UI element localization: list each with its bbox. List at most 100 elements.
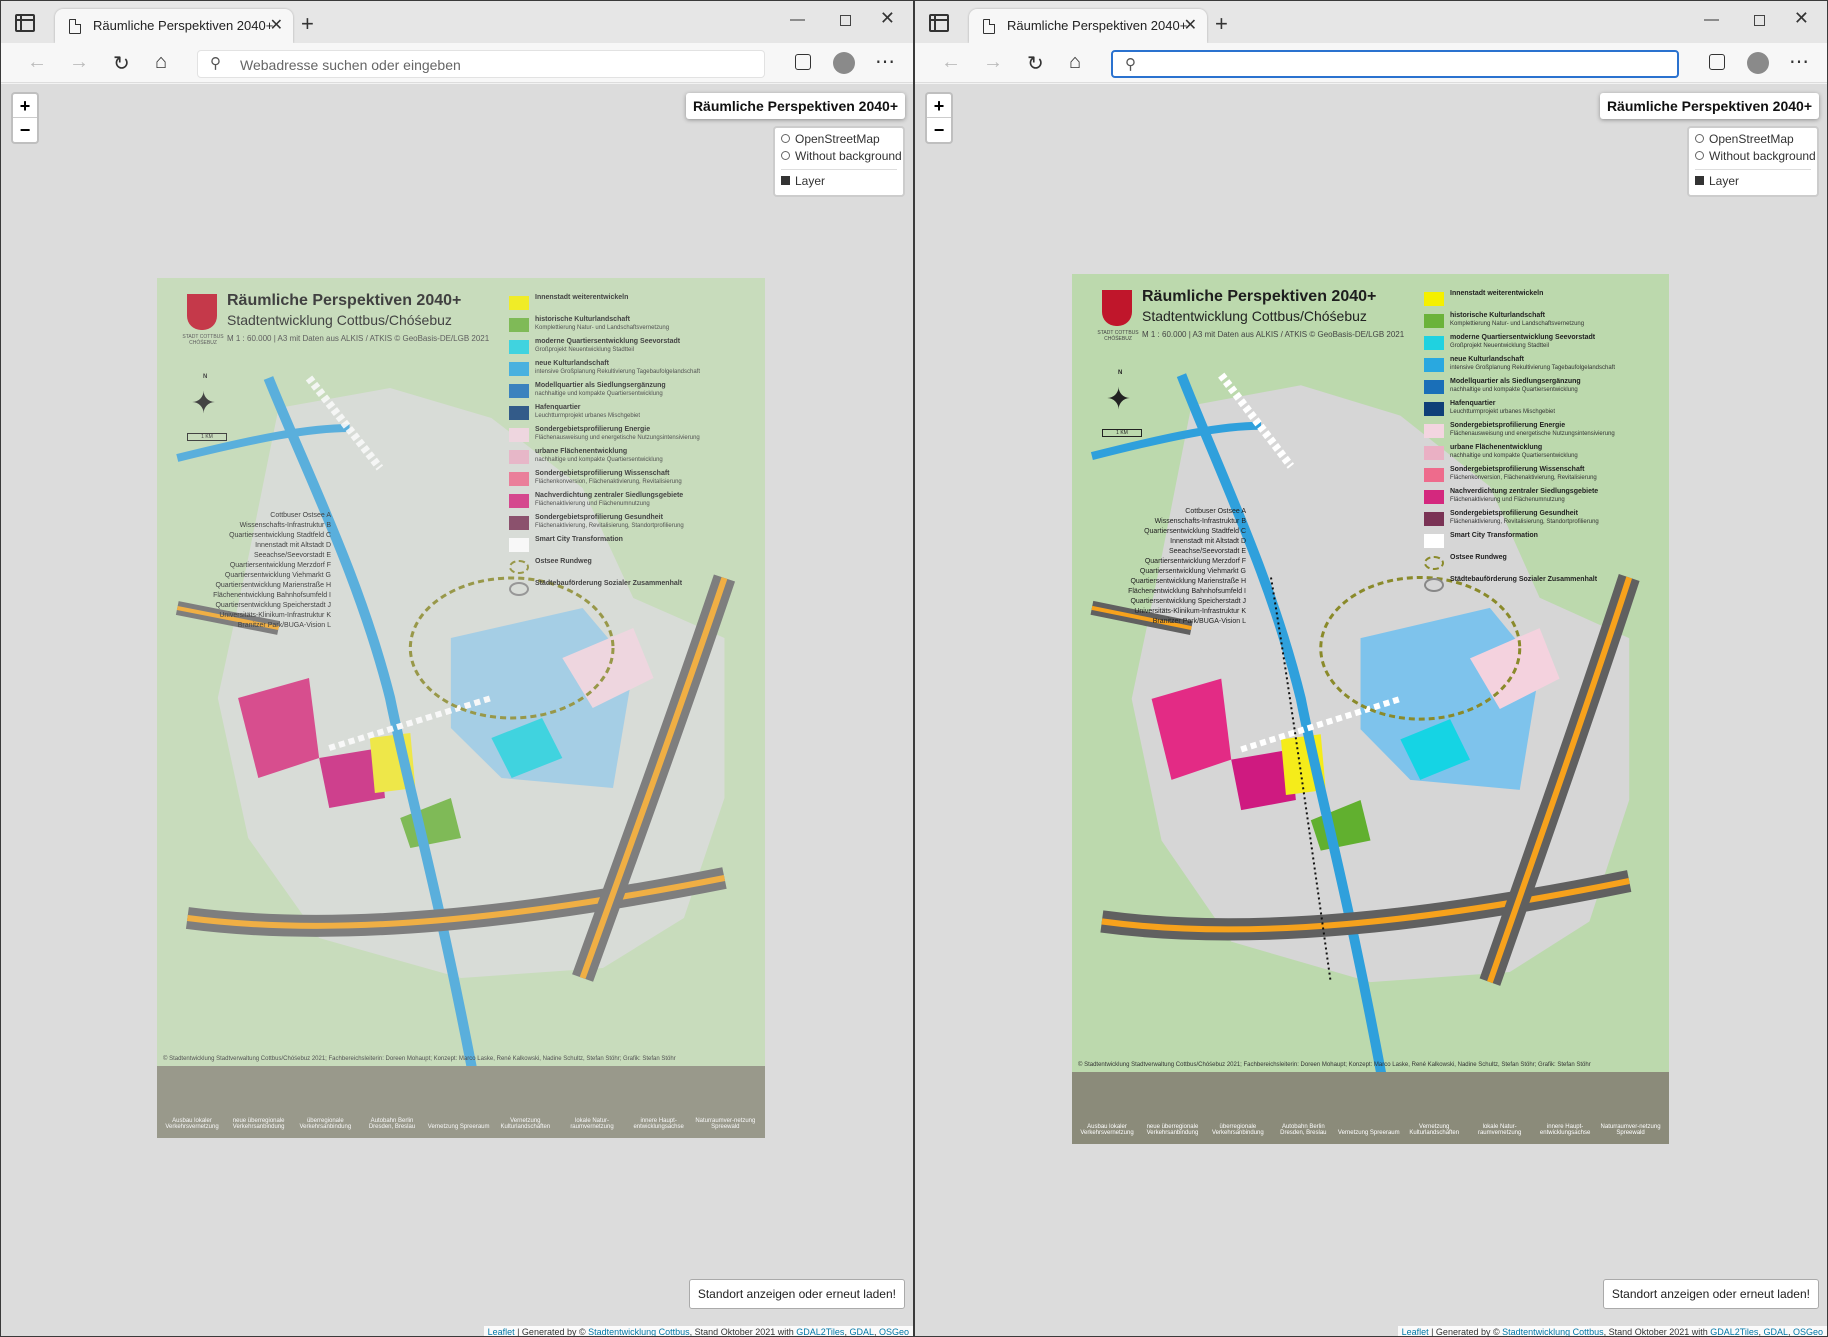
legend-swatch bbox=[509, 406, 529, 420]
radio-icon[interactable] bbox=[781, 151, 790, 160]
legend-item: neue Kulturlandschaft intensive Großplanu… bbox=[1424, 356, 1664, 378]
project-entry: Innenstadt mit Altstadt D bbox=[255, 542, 331, 549]
address-bar[interactable]: ⚲ Webadresse suchen oder eingeben bbox=[197, 50, 765, 78]
legend-title: Hafenquartier bbox=[535, 404, 581, 411]
checkbox-icon[interactable] bbox=[1695, 176, 1704, 185]
legend-subtitle: Flächenausweisung und energetische Nutzu… bbox=[1450, 431, 1615, 437]
legend-subtitle: Großprojekt Neuentwicklung Stadtteil bbox=[1450, 343, 1550, 349]
more-icon[interactable]: ⋯ bbox=[1789, 49, 1809, 74]
radio-icon[interactable] bbox=[1695, 151, 1704, 160]
legend-swatch bbox=[1424, 578, 1444, 592]
radio-icon[interactable] bbox=[781, 134, 790, 143]
legend-title: historische Kulturlandschaft bbox=[535, 316, 630, 323]
zoom-control: + − bbox=[11, 92, 39, 144]
legend-swatch bbox=[509, 384, 529, 398]
legend-swatch bbox=[1424, 380, 1444, 394]
profile-avatar[interactable] bbox=[833, 52, 855, 74]
zoom-in-button[interactable]: + bbox=[927, 94, 951, 118]
tab-actions-icon[interactable] bbox=[15, 14, 35, 32]
window-close-icon[interactable]: ✕ bbox=[880, 8, 895, 29]
legend-item: Ostsee Rundweg bbox=[1424, 554, 1664, 576]
legend-item: Modellquartier als Siedlungsergänzung nac… bbox=[509, 382, 749, 404]
leaflet-link[interactable]: Leaflet bbox=[1402, 1327, 1429, 1336]
arrow-legend-label: innere Haupt-entwicklungsachse bbox=[1539, 1124, 1591, 1136]
layer-option-without-bg[interactable]: Without background bbox=[1695, 149, 1816, 166]
locate-button[interactable]: Standort anzeigen oder erneut laden! bbox=[688, 1279, 905, 1309]
scale-bar: 1 KM bbox=[187, 433, 227, 441]
tab-active[interactable]: Räumliche Perspektiven 2040+ ✕ bbox=[969, 9, 1207, 43]
tab-title: Räumliche Perspektiven 2040+ bbox=[1007, 18, 1188, 33]
arrow-legend-bar: Ausbau lokaler Verkehrsvernetzung neue üb… bbox=[157, 1066, 765, 1138]
tab-active[interactable]: Räumliche Perspektiven 2040+ ✕ bbox=[55, 9, 293, 43]
layer-option-without-bg[interactable]: Without background bbox=[781, 149, 902, 166]
checkbox-icon[interactable] bbox=[781, 176, 790, 185]
arrow-legend-label: neue überregionale Verkehrsanbindung bbox=[1146, 1124, 1199, 1136]
legend-item: Nachverdichtung zentraler Siedlungsgebie… bbox=[1424, 488, 1664, 510]
forward-icon[interactable]: → bbox=[983, 51, 1003, 74]
forward-icon[interactable]: → bbox=[69, 51, 89, 74]
maximize-icon[interactable] bbox=[1754, 15, 1765, 26]
map-view[interactable]: STADT COTTBUS CHÓŚEBUZ Räumliche Perspek… bbox=[915, 84, 1827, 1336]
stadtentwicklung-link[interactable]: Stadtentwicklung Cottbus bbox=[588, 1327, 690, 1336]
legend-title: Sondergebietsprofilierung Gesundheit bbox=[1450, 510, 1578, 517]
home-icon[interactable]: ⌂ bbox=[155, 51, 167, 74]
zoom-out-button[interactable]: − bbox=[13, 118, 37, 142]
back-icon[interactable]: ← bbox=[27, 51, 47, 74]
project-entry: Quartiersentwicklung Marienstraße H bbox=[1130, 578, 1246, 585]
arrow-legend-label: überregionale Verkehrsanbindung bbox=[1212, 1124, 1264, 1136]
map-view[interactable]: STADT COTTBUS CHÓŚEBUZ Räumliche Perspek… bbox=[1, 84, 913, 1337]
minimize-icon[interactable]: — bbox=[790, 11, 805, 28]
osgeo-link[interactable]: OSGeo bbox=[879, 1327, 909, 1336]
toolbar: ← → ↻ ⌂ ⚲ Webadresse suchen oder eingebe… bbox=[1, 43, 913, 83]
layer-option-layer[interactable]: Layer bbox=[781, 174, 897, 191]
maximize-icon[interactable] bbox=[840, 15, 851, 26]
legend-swatch bbox=[1424, 512, 1444, 526]
new-tab-icon[interactable]: + bbox=[1215, 11, 1228, 37]
profile-avatar[interactable] bbox=[1747, 52, 1769, 74]
tab-close-icon[interactable]: ✕ bbox=[270, 15, 283, 35]
gdal2tiles-link[interactable]: GDAL2Tiles bbox=[1710, 1327, 1758, 1336]
poster-title: Räumliche Perspektiven 2040+ bbox=[227, 292, 462, 309]
tab-close-icon[interactable]: ✕ bbox=[1184, 15, 1197, 35]
divider bbox=[781, 169, 897, 170]
gdal2tiles-link[interactable]: GDAL2Tiles bbox=[796, 1327, 844, 1336]
project-entry: Wissenschafts-Infrastruktur B bbox=[239, 522, 331, 529]
layer-option-osm[interactable]: OpenStreetMap bbox=[1695, 132, 1811, 149]
address-bar-focused[interactable]: ⚲ bbox=[1111, 50, 1679, 78]
legend-item: Ostsee Rundweg bbox=[509, 558, 749, 580]
layer-option-osm[interactable]: OpenStreetMap bbox=[781, 132, 897, 149]
legend-swatch bbox=[509, 560, 529, 574]
leaflet-link[interactable]: Leaflet bbox=[488, 1327, 515, 1336]
legend-swatch bbox=[509, 340, 529, 354]
locate-button[interactable]: Standort anzeigen oder erneut laden! bbox=[1602, 1279, 1819, 1309]
layer-control: OpenStreetMap Without background Layer bbox=[1687, 126, 1819, 197]
tab-actions-icon[interactable] bbox=[929, 14, 949, 32]
compass-icon: ✦ bbox=[191, 387, 217, 420]
attribution-text: | Generated by © bbox=[514, 1327, 589, 1337]
cottbus-crest-icon bbox=[187, 294, 217, 330]
layer-option-layer[interactable]: Layer bbox=[1695, 174, 1811, 191]
zoom-in-button[interactable]: + bbox=[13, 94, 37, 118]
reload-icon[interactable]: ↻ bbox=[113, 51, 130, 76]
zoom-out-button[interactable]: − bbox=[927, 118, 951, 142]
stadtentwicklung-link[interactable]: Stadtentwicklung Cottbus bbox=[1502, 1327, 1604, 1336]
new-tab-icon[interactable]: + bbox=[301, 11, 314, 37]
legend-title: Sondergebietsprofilierung Energie bbox=[1450, 422, 1566, 429]
legend-swatch bbox=[509, 428, 529, 442]
reload-icon[interactable]: ↻ bbox=[1027, 51, 1044, 76]
collections-icon[interactable] bbox=[1709, 54, 1725, 70]
home-icon[interactable]: ⌂ bbox=[1069, 51, 1081, 74]
compass-label: N bbox=[203, 374, 208, 380]
back-icon[interactable]: ← bbox=[941, 51, 961, 74]
minimize-icon[interactable]: — bbox=[1704, 11, 1719, 28]
radio-icon[interactable] bbox=[1695, 134, 1704, 143]
collections-icon[interactable] bbox=[795, 54, 811, 70]
window-close-icon[interactable]: ✕ bbox=[1794, 8, 1809, 29]
more-icon[interactable]: ⋯ bbox=[875, 49, 895, 74]
osgeo-link[interactable]: OSGeo bbox=[1793, 1327, 1823, 1336]
legend-swatch bbox=[1424, 446, 1444, 460]
legend-swatch bbox=[1424, 358, 1444, 372]
gdal-link[interactable]: GDAL bbox=[1763, 1327, 1788, 1336]
layer-control: OpenStreetMap Without background Layer bbox=[773, 126, 905, 197]
gdal-link[interactable]: GDAL bbox=[849, 1327, 874, 1336]
